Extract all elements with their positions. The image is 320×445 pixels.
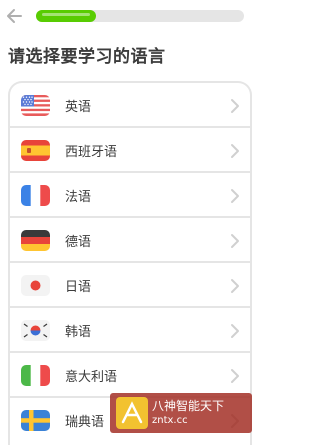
chevron-right-icon [231,324,239,338]
fr-flag-icon [21,185,50,206]
chevron-right-icon [231,279,239,293]
jp-flag-icon [21,275,50,296]
chevron-right-icon [231,369,239,383]
progress-shine [42,13,90,16]
page-title: 请选择要学习的语言 [8,47,166,67]
language-label: 德语 [65,235,92,250]
watermark: 八神智能天下 zntx.cc [110,393,252,433]
watermark-url: zntx.cc [152,415,188,426]
progress-bar [36,10,244,22]
language-row-spanish[interactable]: 西班牙语 [10,128,250,173]
top-bar [0,0,254,32]
chevron-right-icon [231,144,239,158]
language-row-japanese[interactable]: 日语 [10,263,250,308]
se-flag-icon [21,410,50,431]
language-label: 瑞典语 [65,415,105,430]
es-flag-icon [21,140,50,161]
language-row-italian[interactable]: 意大利语 [10,353,250,398]
chevron-right-icon [231,234,239,248]
language-row-french[interactable]: 法语 [10,173,250,218]
language-label: 意大利语 [65,370,118,385]
language-list: 英语 西班牙语 法语 德语 日语 韩语 意大利语 瑞典语 [8,81,252,445]
language-label: 日语 [65,280,92,295]
language-label: 法语 [65,190,92,205]
language-row-english[interactable]: 英语 [10,83,250,128]
language-row-german[interactable]: 德语 [10,218,250,263]
language-label: 韩语 [65,325,92,340]
progress-fill [36,10,96,22]
language-row-korean[interactable]: 韩语 [10,308,250,353]
us-flag-icon [21,95,50,116]
watermark-title: 八神智能天下 [152,399,225,413]
arrow-left-icon[interactable] [5,6,25,26]
chevron-right-icon [231,99,239,113]
language-label: 英语 [65,100,92,115]
kr-flag-icon [21,320,50,341]
chevron-right-icon [231,189,239,203]
de-flag-icon [21,230,50,251]
language-label: 西班牙语 [65,145,118,160]
watermark-logo-icon [116,397,148,429]
it-flag-icon [21,365,50,386]
